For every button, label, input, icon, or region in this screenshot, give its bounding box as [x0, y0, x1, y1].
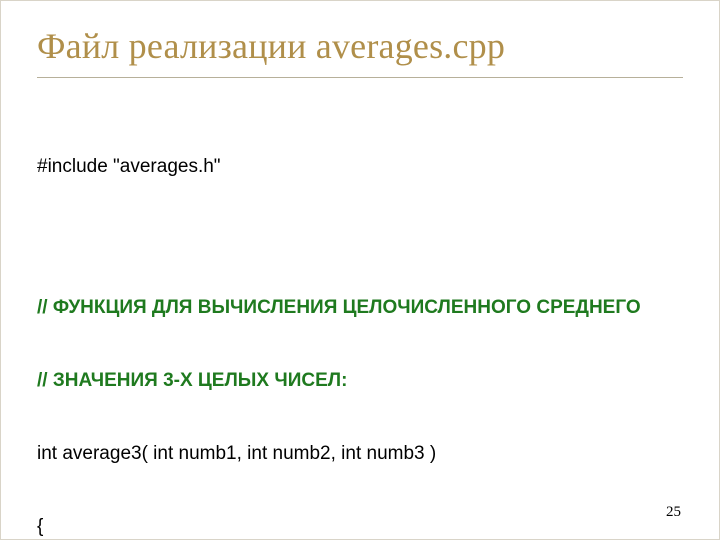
code-line: { [37, 515, 683, 539]
code-block: #include "averages.h" // ФУНКЦИЯ ДЛЯ ВЫЧ… [37, 106, 683, 540]
code-comment: // ФУНКЦИЯ ДЛЯ ВЫЧИСЛЕНИЯ ЦЕЛОЧИСЛЕННОГО… [37, 296, 683, 320]
code-line: int average3( int numb1, int numb2, int … [37, 442, 683, 466]
code-line: #include "averages.h" [37, 155, 683, 179]
slide: Файл реализации averages.cpp #include "a… [0, 0, 720, 540]
slide-title: Файл реализации averages.cpp [37, 25, 683, 67]
code-comment: // ЗНАЧЕНИЯ 3-Х ЦЕЛЫХ ЧИСЕЛ: [37, 369, 683, 393]
title-rule [37, 77, 683, 78]
page-number: 25 [666, 504, 681, 521]
code-blank-line [37, 228, 683, 248]
